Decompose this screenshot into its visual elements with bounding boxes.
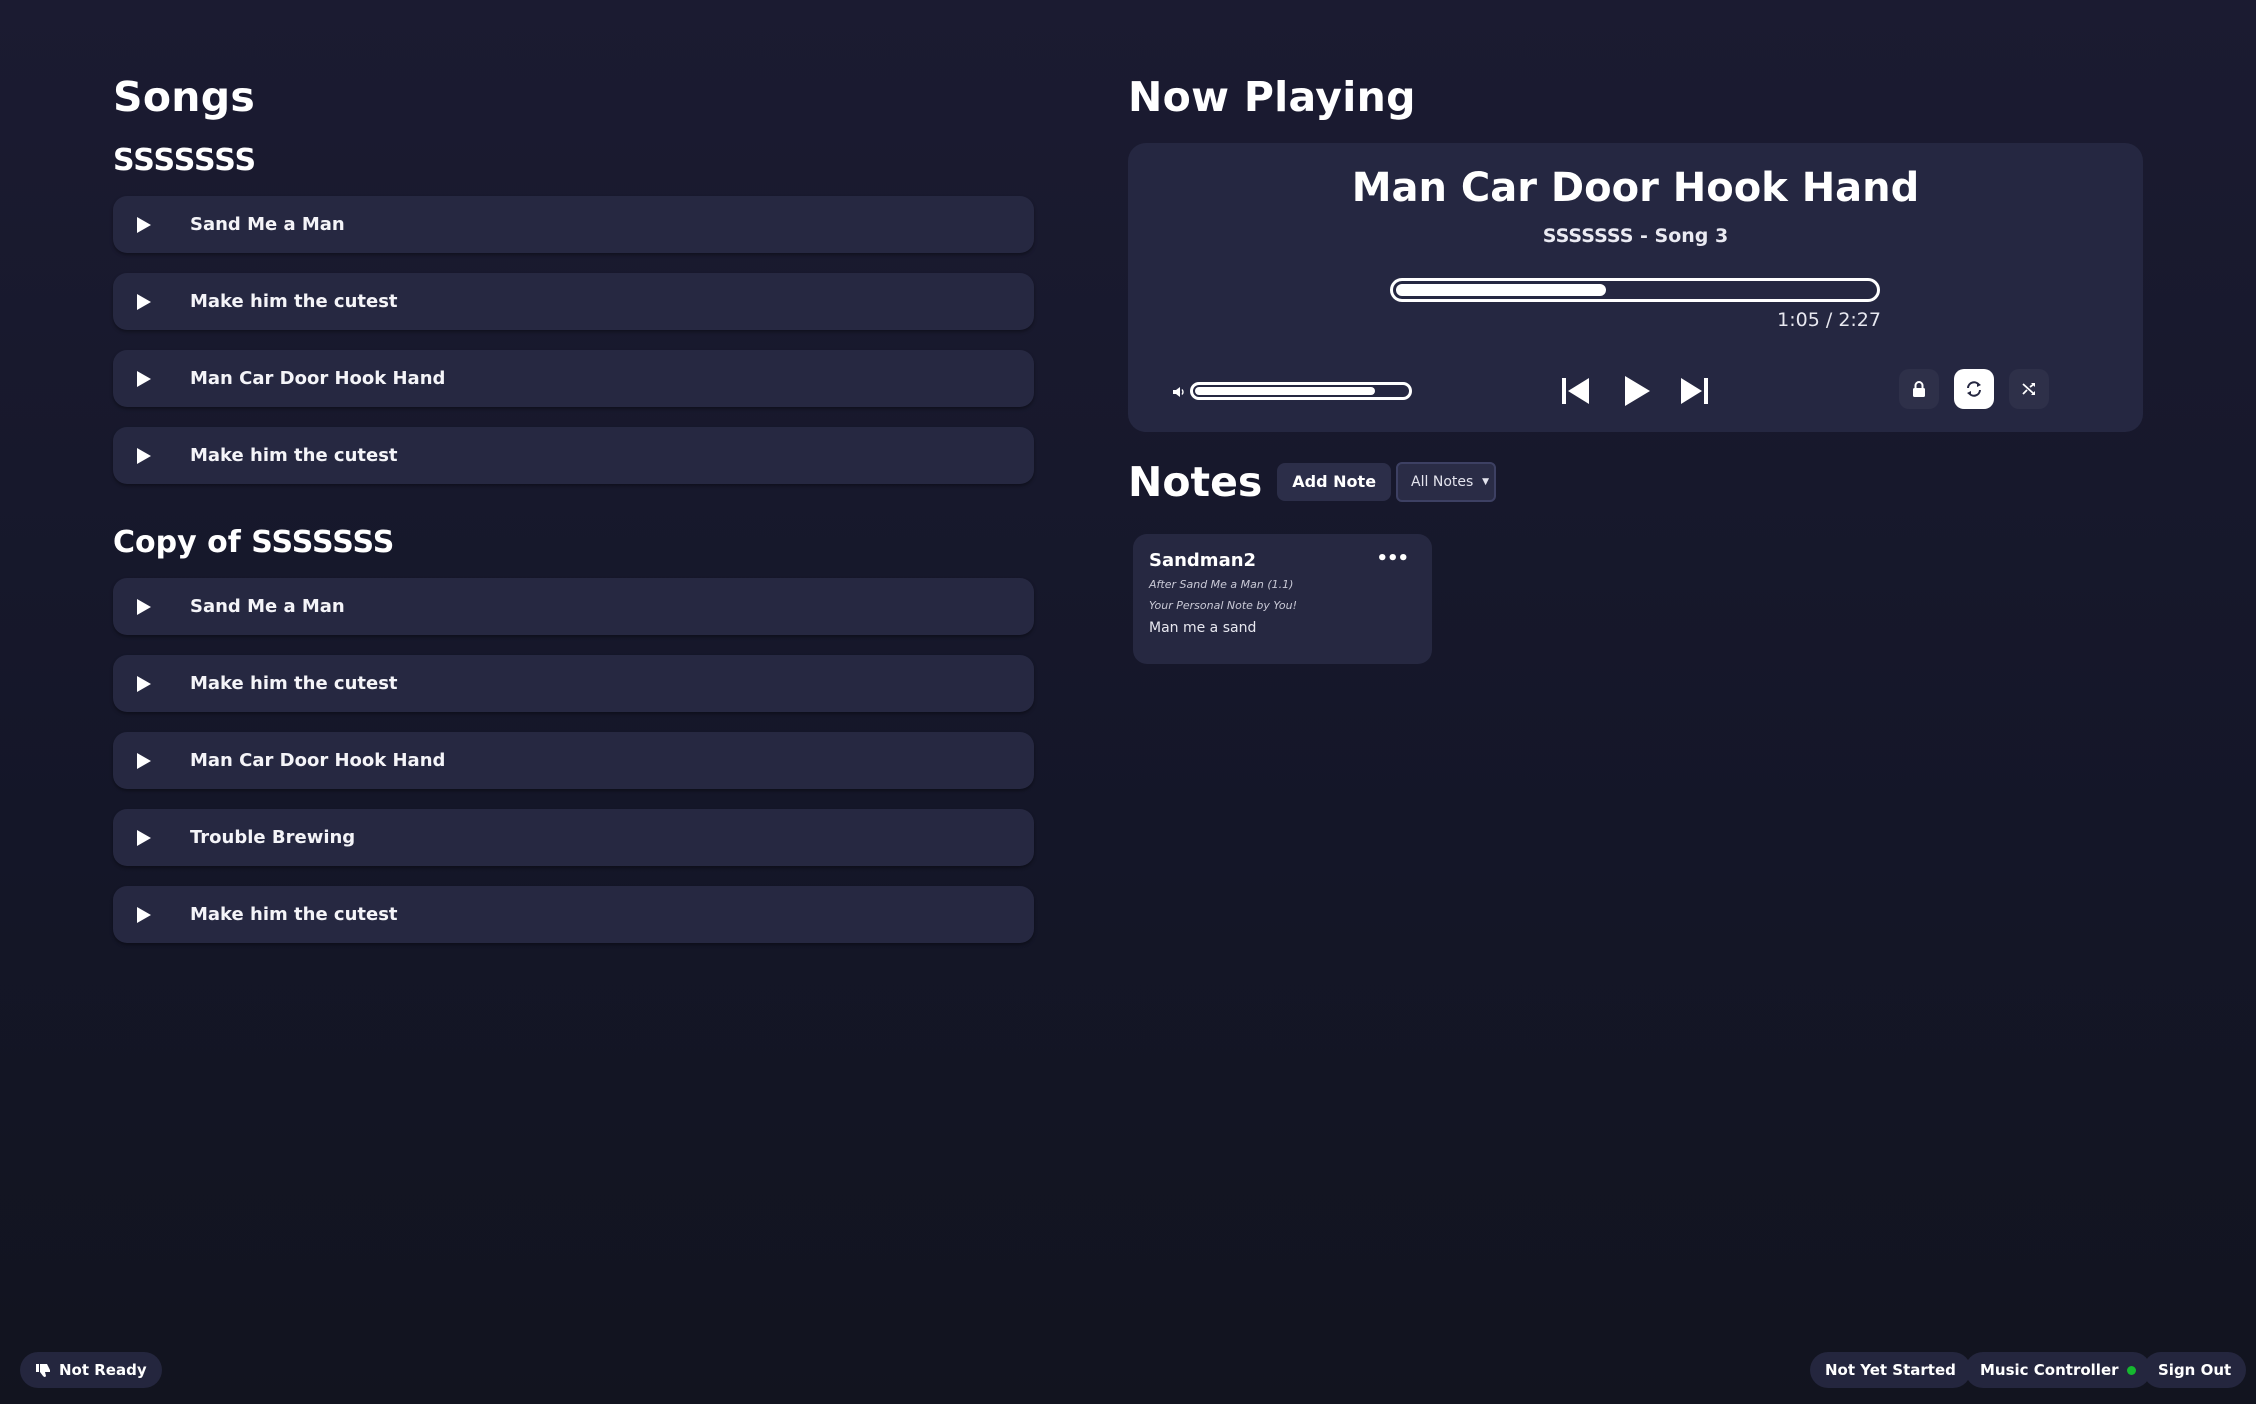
play-icon[interactable] (113, 273, 169, 330)
chevron-down-icon: ▼ (1482, 477, 1490, 487)
note-visibility: Your Personal Note by You! (1149, 599, 1298, 612)
volume-icon (1172, 384, 1186, 398)
notes-filter-value: All Notes (1411, 474, 1474, 490)
play-icon[interactable] (113, 655, 169, 712)
song-title: Make him the cutest (190, 291, 398, 312)
song-list: Sand Me a Man Make him the cutest Man Ca… (113, 196, 1034, 484)
song-row[interactable]: Trouble Brewing (113, 809, 1034, 866)
repeat-icon (1967, 381, 1981, 397)
music-controller-button[interactable]: Music Controller (1965, 1352, 2151, 1388)
current-song-subtitle: SSSSSSS - Song 3 (1542, 225, 1729, 247)
thumbs-down-icon (36, 1363, 50, 1377)
play-icon[interactable] (113, 350, 169, 407)
note-card: Sandman2 ••• After Sand Me a Man (1.1) Y… (1133, 534, 1432, 664)
next-button[interactable] (1678, 375, 1710, 407)
play-icon[interactable] (113, 732, 169, 789)
volume-slider[interactable] (1190, 382, 1412, 400)
notes-filter-select[interactable]: All Notes ▼ (1396, 462, 1497, 502)
song-title: Make him the cutest (190, 445, 398, 466)
progress-fill (1396, 284, 1607, 296)
play-icon[interactable] (113, 427, 169, 484)
now-playing-heading: Now Playing (1128, 73, 1416, 121)
status-badge: Not Yet Started (1810, 1352, 1971, 1388)
song-title: Man Car Door Hook Hand (190, 368, 446, 389)
not-ready-button[interactable]: Not Ready (20, 1352, 162, 1388)
song-title: Make him the cutest (190, 904, 398, 925)
play-icon[interactable] (113, 196, 169, 253)
song-row[interactable]: Make him the cutest (113, 427, 1034, 484)
song-row[interactable]: Make him the cutest (113, 655, 1034, 712)
skip-previous-icon (1562, 378, 1589, 404)
sign-out-label: Sign Out (2158, 1361, 2232, 1379)
song-title: Sand Me a Man (190, 214, 345, 235)
shuffle-icon (2022, 383, 2035, 395)
playlist-title: Copy of SSSSSSS (113, 525, 395, 560)
more-options-icon[interactable]: ••• (1376, 548, 1409, 569)
song-row[interactable]: Sand Me a Man (113, 196, 1034, 253)
playlist-title: SSSSSSS (113, 143, 257, 178)
song-row[interactable]: Make him the cutest (113, 886, 1034, 943)
current-song-title: Man Car Door Hook Hand (1351, 165, 1920, 211)
lock-icon (1913, 381, 1925, 397)
add-note-button[interactable]: Add Note (1277, 463, 1392, 501)
play-icon (1625, 376, 1650, 406)
notes-header: Notes Add Note All Notes ▼ (1128, 458, 2143, 506)
not-ready-label: Not Ready (59, 1361, 147, 1379)
song-title: Trouble Brewing (190, 827, 356, 848)
progress-bar[interactable] (1390, 278, 1880, 302)
skip-next-icon (1681, 378, 1708, 404)
notes-heading: Notes (1128, 458, 1263, 506)
repeat-button[interactable] (1954, 369, 1994, 409)
shuffle-button[interactable] (2009, 369, 2049, 409)
status-dot-icon (2126, 1365, 2136, 1375)
player-card: Man Car Door Hook Hand SSSSSSS - Song 3 … (1128, 143, 2143, 432)
app-root: Songs SSSSSSS Sand Me a Man Make him the… (0, 0, 2256, 1404)
song-row[interactable]: Man Car Door Hook Hand (113, 732, 1034, 789)
play-icon[interactable] (113, 578, 169, 635)
song-title: Make him the cutest (190, 673, 398, 694)
note-after: After Sand Me a Man (1.1) (1149, 578, 1294, 591)
song-row[interactable]: Sand Me a Man (113, 578, 1034, 635)
music-controller-label: Music Controller (1980, 1361, 2119, 1379)
song-row[interactable]: Man Car Door Hook Hand (113, 350, 1034, 407)
play-icon[interactable] (113, 886, 169, 943)
song-title: Man Car Door Hook Hand (190, 750, 446, 771)
songs-panel: Songs SSSSSSS Sand Me a Man Make him the… (113, 70, 1034, 963)
time-readout: 1:05 / 2:27 (1777, 309, 1881, 331)
volume-fill (1195, 387, 1376, 395)
song-list: Sand Me a Man Make him the cutest Man Ca… (113, 578, 1034, 943)
previous-button[interactable] (1560, 375, 1592, 407)
play-button[interactable] (1620, 373, 1654, 409)
play-icon[interactable] (113, 809, 169, 866)
songs-heading: Songs (113, 73, 256, 121)
song-title: Sand Me a Man (190, 596, 345, 617)
now-playing-panel: Now Playing Man Car Door Hook Hand SSSSS… (1128, 70, 2143, 664)
status-label: Not Yet Started (1825, 1361, 1956, 1379)
note-body: Man me a sand (1149, 620, 1257, 636)
lock-button[interactable] (1899, 369, 1939, 409)
sign-out-button[interactable]: Sign Out (2143, 1352, 2247, 1388)
song-row[interactable]: Make him the cutest (113, 273, 1034, 330)
